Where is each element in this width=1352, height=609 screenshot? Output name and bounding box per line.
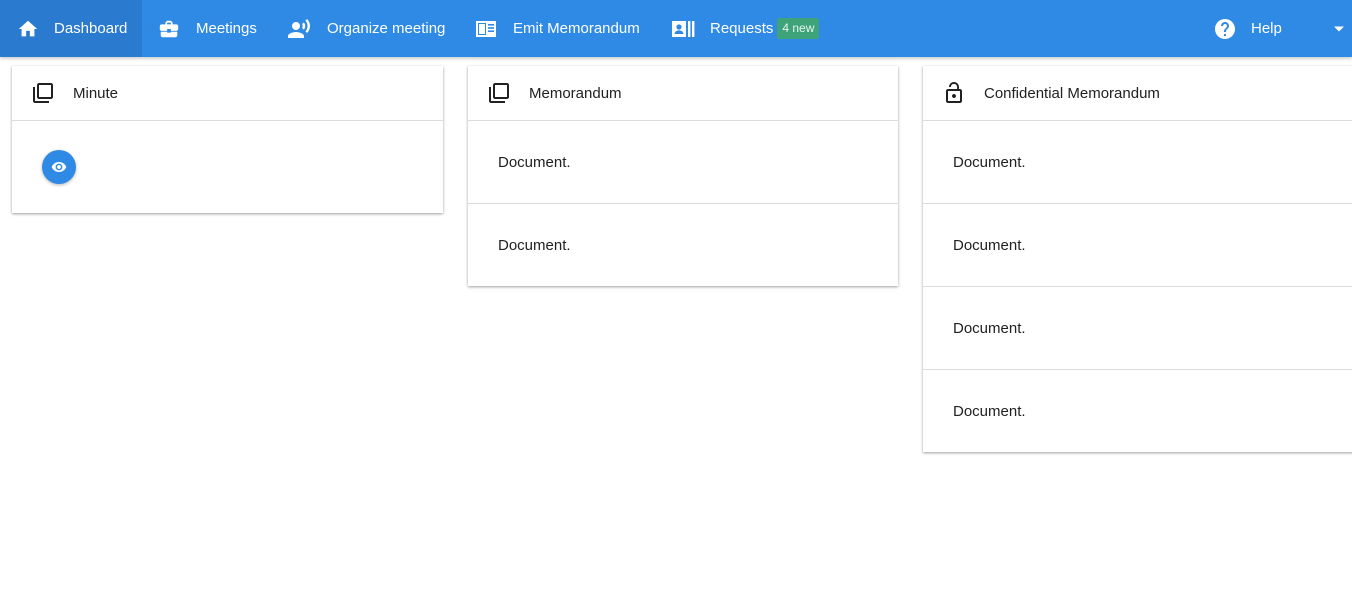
nav-dashboard[interactable]: Dashboard xyxy=(0,0,142,57)
memorandum-card-title: Memorandum xyxy=(529,84,622,102)
eye-icon xyxy=(51,159,67,175)
nav-meetings[interactable]: Meetings xyxy=(157,0,257,57)
lock-icon xyxy=(941,80,967,106)
nav-meetings-label: Meetings xyxy=(196,20,257,37)
confidential-document-list: Document. Document. Document. Document. xyxy=(923,121,1352,452)
confidential-memorandum-card: Confidential Memorandum Document. Docume… xyxy=(923,66,1352,452)
library-books-icon xyxy=(30,80,56,106)
nav-dashboard-label: Dashboard xyxy=(54,20,128,37)
help-circle-icon xyxy=(1213,17,1237,41)
library-books-icon xyxy=(486,80,512,106)
minute-card-header: Minute xyxy=(12,66,443,121)
memorandum-document-item[interactable]: Document. xyxy=(468,204,898,286)
newspaper-icon xyxy=(474,17,498,41)
memorandum-document-list: Document. Document. xyxy=(468,121,898,286)
confidential-card-header: Confidential Memorandum xyxy=(923,66,1352,121)
nav-requests-label: Requests xyxy=(710,20,774,37)
contact-list-icon xyxy=(671,17,695,41)
requests-badge: 4 new xyxy=(777,18,820,39)
confidential-document-item[interactable]: Document. xyxy=(923,287,1352,370)
nav-help-label: Help xyxy=(1251,20,1282,37)
nav-organize-meeting-label: Organize meeting xyxy=(327,20,446,37)
minute-card-body xyxy=(12,121,443,213)
confidential-document-item[interactable]: Document. xyxy=(923,204,1352,287)
caret-down-icon xyxy=(1333,20,1345,37)
minute-card: Minute xyxy=(12,66,443,213)
memorandum-card-header: Memorandum xyxy=(468,66,898,121)
nav-requests[interactable]: Requests 4 new xyxy=(671,0,820,57)
nav-organize-meeting[interactable]: Organize meeting xyxy=(287,0,445,57)
confidential-card-title: Confidential Memorandum xyxy=(984,84,1160,102)
nav-emit-memorandum[interactable]: Emit Memorandum xyxy=(474,0,640,57)
view-minute-button[interactable] xyxy=(42,150,76,184)
record-voice-icon xyxy=(287,17,311,41)
nav-dropdown-toggle[interactable] xyxy=(1326,0,1352,57)
confidential-document-item[interactable]: Document. xyxy=(923,370,1352,452)
memorandum-document-item[interactable]: Document. xyxy=(468,121,898,204)
confidential-document-item[interactable]: Document. xyxy=(923,121,1352,204)
home-icon xyxy=(16,17,40,41)
nav-help[interactable]: Help xyxy=(1213,0,1282,57)
memorandum-card: Memorandum Document. Document. xyxy=(468,66,898,286)
minute-card-title: Minute xyxy=(73,84,119,102)
top-navbar: Dashboard Meetings Organize meeting Emit… xyxy=(0,0,1352,57)
nav-emit-memorandum-label: Emit Memorandum xyxy=(513,20,640,37)
briefcase-icon xyxy=(157,17,181,41)
